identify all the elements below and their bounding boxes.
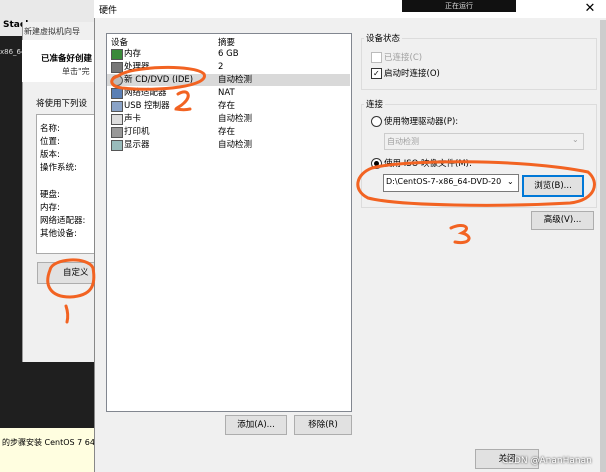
annotation-circle-cd: [110, 66, 206, 91]
annotation-one-shape: [64, 304, 70, 324]
annotation-three-shape: [449, 224, 471, 245]
annotation-label-2: 2: [0, 0, 1, 1]
annotation-label-3: 3: [0, 0, 1, 1]
annotation-circle-iso: [356, 160, 596, 207]
annotation-two-shape: [174, 90, 192, 112]
annotation-circle-customize: [46, 258, 96, 299]
watermark: CSDN @AnanHanan: [502, 456, 592, 466]
annotation-label-1: 1: [0, 0, 1, 1]
annotation-overlay: 1 2 3: [0, 0, 596, 324]
